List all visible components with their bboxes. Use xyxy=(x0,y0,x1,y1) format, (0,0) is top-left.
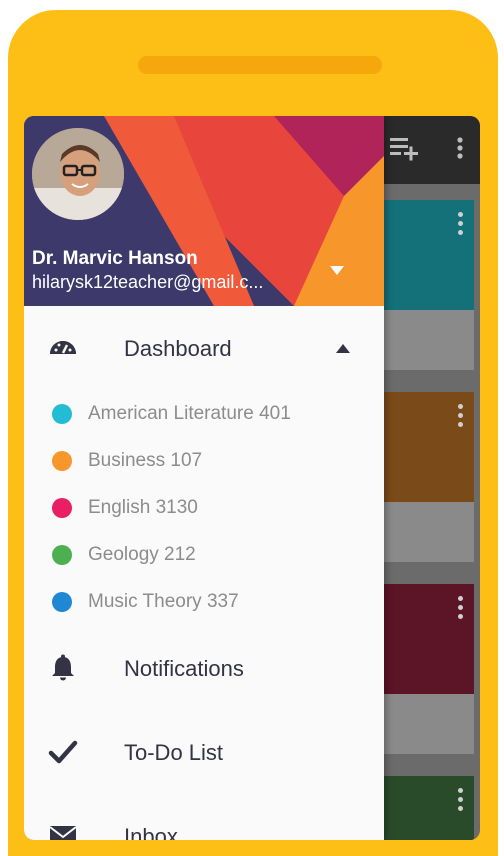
playlist-add-icon[interactable] xyxy=(388,134,420,167)
course-item[interactable]: American Literature 401 xyxy=(24,394,384,434)
course-label: American Literature 401 xyxy=(88,403,291,424)
menu-item-label: Dashboard xyxy=(124,336,232,361)
course-label: Business 107 xyxy=(88,450,203,471)
screen: Dr. Marvic Hanson hilarysk12teacher@gmai… xyxy=(24,116,480,840)
course-card-banner xyxy=(380,584,474,694)
course-item[interactable]: Business 107 xyxy=(24,441,384,481)
user-email: hilarysk12teacher@gmail.c... xyxy=(32,272,264,292)
user-name: Dr. Marvic Hanson xyxy=(32,248,198,269)
course-label: Music Theory 337 xyxy=(88,591,239,612)
menu-item-label: To-Do List xyxy=(124,740,224,765)
course-card[interactable] xyxy=(380,776,474,840)
more-vert-icon[interactable] xyxy=(458,404,464,427)
course-color-dot xyxy=(52,545,72,565)
drawer-header: Dr. Marvic Hanson hilarysk12teacher@gmai… xyxy=(24,116,384,306)
more-vert-icon[interactable] xyxy=(458,212,464,235)
course-label: English 3130 xyxy=(88,497,198,518)
chevron-down-icon[interactable] xyxy=(330,266,344,275)
course-item[interactable]: English 3130 xyxy=(24,488,384,528)
course-color-dot xyxy=(52,498,72,518)
menu-item-label: Inbox xyxy=(124,824,178,840)
course-item[interactable]: Geology 212 xyxy=(24,535,384,575)
course-card-banner xyxy=(380,392,474,502)
chevron-up-icon[interactable] xyxy=(336,344,350,353)
menu-item-dashboard[interactable]: Dashboard xyxy=(24,318,384,378)
bell-icon xyxy=(48,654,78,682)
envelope-icon xyxy=(48,822,78,840)
course-card-body xyxy=(380,310,474,370)
menu-item-todo[interactable]: To-Do List xyxy=(24,722,384,782)
checkmark-icon xyxy=(48,738,78,766)
speedometer-icon xyxy=(48,334,78,362)
more-vert-icon[interactable] xyxy=(458,788,464,811)
course-card[interactable] xyxy=(380,392,474,562)
course-card-banner xyxy=(380,200,474,310)
course-color-dot xyxy=(52,451,72,471)
course-color-dot xyxy=(52,404,72,424)
course-label: Geology 212 xyxy=(88,544,196,565)
speaker-grille xyxy=(138,56,382,74)
course-color-dot xyxy=(52,592,72,612)
avatar[interactable] xyxy=(32,128,124,220)
course-card-banner xyxy=(380,776,474,840)
course-card-body xyxy=(380,502,474,562)
menu-item-inbox[interactable]: Inbox xyxy=(24,806,384,840)
course-card-body xyxy=(380,694,474,754)
course-item[interactable]: Music Theory 337 xyxy=(24,582,384,622)
navigation-drawer: Dr. Marvic Hanson hilarysk12teacher@gmai… xyxy=(24,116,384,840)
course-card[interactable] xyxy=(380,584,474,754)
menu-item-notifications[interactable]: Notifications xyxy=(24,638,384,698)
menu-item-label: Notifications xyxy=(124,656,244,681)
more-vert-icon[interactable] xyxy=(456,134,464,167)
course-card[interactable] xyxy=(380,200,474,370)
more-vert-icon[interactable] xyxy=(458,596,464,619)
